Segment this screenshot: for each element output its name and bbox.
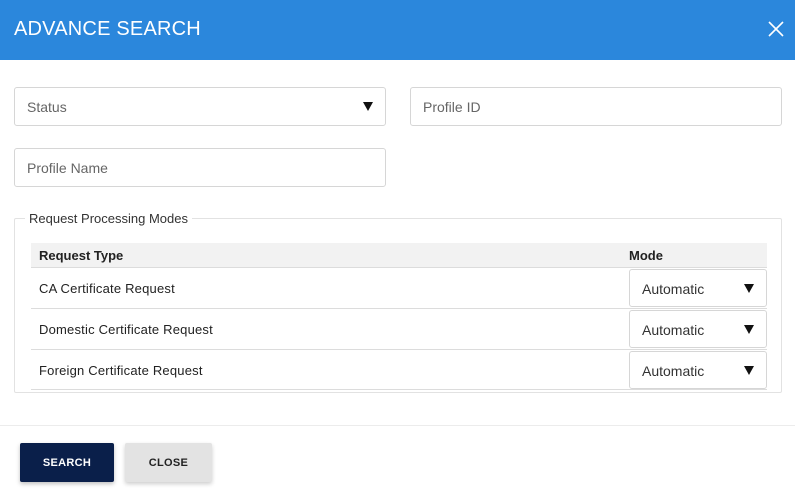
dialog-header: ADVANCE SEARCH [0,0,795,60]
column-header-mode: Mode [629,248,663,263]
request-type-cell: CA Certificate Request [39,281,175,296]
profile-name-placeholder: Profile Name [27,160,108,176]
status-select[interactable]: Status [14,87,386,126]
fieldset-legend: Request Processing Modes [25,211,192,226]
search-button[interactable]: SEARCH [20,443,114,482]
close-button[interactable]: CLOSE [125,443,212,482]
mode-select-value: Automatic [642,281,705,297]
request-type-cell: Domestic Certificate Request [39,322,213,337]
caret-down-icon [744,284,754,293]
footer-divider [0,425,795,426]
request-type-cell: Foreign Certificate Request [39,363,203,378]
mode-select-domestic[interactable]: Automatic [629,310,767,348]
mode-select-ca[interactable]: Automatic [629,269,767,307]
profile-id-input[interactable]: Profile ID [410,87,782,126]
caret-down-icon [744,366,754,375]
mode-select-value: Automatic [642,363,705,379]
status-select-placeholder: Status [27,99,67,115]
table-header: Request Type Mode [31,243,767,268]
caret-down-icon [363,102,373,111]
caret-down-icon [744,325,754,334]
table-row: CA Certificate Request Automatic [31,267,767,308]
mode-select-value: Automatic [642,322,705,338]
table-row: Foreign Certificate Request Automatic [31,349,767,390]
table-row: Domestic Certificate Request Automatic [31,308,767,349]
profile-id-placeholder: Profile ID [423,99,481,115]
dialog-title: ADVANCE SEARCH [14,18,201,40]
request-processing-modes-fieldset: Request Processing Modes Request Type Mo… [14,211,782,393]
mode-select-foreign[interactable]: Automatic [629,351,767,389]
close-icon[interactable] [766,19,786,39]
profile-name-input[interactable]: Profile Name [14,148,386,187]
column-header-request-type: Request Type [39,248,124,263]
